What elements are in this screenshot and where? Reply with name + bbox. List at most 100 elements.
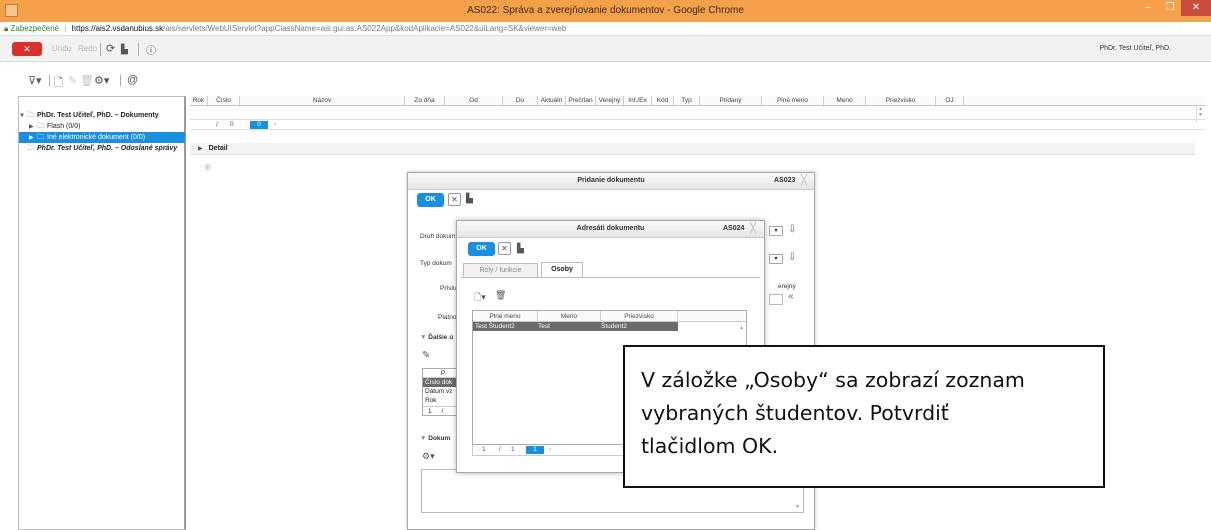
- callout-line: V záložke „Osoby“ sa zobrazí zoznam: [641, 368, 1025, 392]
- tab-roly-funkcie[interactable]: Roly / funkcie: [463, 263, 538, 277]
- download-icon[interactable]: ⇩: [788, 252, 796, 263]
- col-zo-dna[interactable]: Zo dňa: [405, 96, 445, 106]
- minimize-button[interactable]: –: [1137, 0, 1159, 16]
- maximize-button[interactable]: ❐: [1159, 0, 1181, 16]
- cancel-button[interactable]: ✕: [498, 242, 511, 255]
- detail-section-toggle[interactable]: ▶ Detail: [190, 143, 1195, 155]
- cancel-button[interactable]: ✕: [448, 193, 461, 206]
- close-icon[interactable]: ╳: [801, 175, 807, 186]
- cell-first-name: Test: [538, 323, 550, 330]
- url-host: https://ais2.vsdanubius.sk: [71, 24, 164, 33]
- callout-line: tlačidlom OK.: [641, 434, 779, 458]
- col-pridany[interactable]: Pridaný: [700, 96, 762, 106]
- instruction-callout: V záložke „Osoby“ sa zobrazí zoznam vybr…: [623, 345, 1105, 488]
- double-chevron-left-icon[interactable]: «: [788, 291, 794, 302]
- col-aktualny[interactable]: Aktuáln: [538, 96, 566, 106]
- scroll-up-icon[interactable]: ▲: [739, 325, 744, 331]
- dialog-header: Pridanie dokumentu AS023 ╳: [408, 173, 814, 190]
- col-priezvisko[interactable]: Priezvisko: [866, 96, 936, 106]
- pager-prev-icon[interactable]: ‹: [549, 446, 551, 454]
- expand-arrow-icon: ▼: [420, 334, 429, 341]
- pager-current[interactable]: 0: [250, 121, 268, 129]
- dialog-title: Adresáti dokumentu: [576, 225, 645, 232]
- col-do[interactable]: Do: [503, 96, 538, 106]
- tree-node-flash[interactable]: ▶ 🗀︎ Flash (0/0): [19, 121, 185, 132]
- pager-separator: /: [499, 446, 501, 453]
- tab-osoby[interactable]: Osoby: [541, 262, 583, 277]
- address-separator: |: [64, 24, 67, 33]
- email-icon[interactable]: @: [127, 74, 138, 86]
- redo-button[interactable]: Redo: [78, 44, 97, 53]
- window-close-button[interactable]: ✕: [1181, 0, 1211, 16]
- tree-node-odoslane[interactable]: 🗀︎ PhDr. Test Učiteľ, PhD. – Odoslané spr…: [19, 143, 185, 154]
- col-od[interactable]: Od: [445, 96, 503, 106]
- toolbar-divider: [49, 75, 50, 86]
- expand-arrow-icon[interactable]: ▼: [19, 111, 27, 121]
- col-cislo[interactable]: Číslo: [208, 96, 240, 106]
- info-icon[interactable]: ⓘ: [146, 42, 156, 57]
- undo-button[interactable]: Undo: [52, 44, 71, 53]
- pager-current[interactable]: 1: [482, 446, 486, 454]
- address-bar[interactable]: 🔒︎ Zabezpečené | https://ais2.vsdanubius…: [0, 22, 1211, 36]
- col-oj[interactable]: OJ: [936, 96, 964, 106]
- scroll-down-icon[interactable]: ▼: [795, 504, 800, 510]
- col-rok[interactable]: Rok: [190, 96, 208, 106]
- col-kod[interactable]: Kód: [652, 96, 674, 106]
- close-icon[interactable]: ╳: [750, 223, 756, 234]
- delete-icon[interactable]: 🗑︎: [495, 290, 506, 301]
- edit-icon[interactable]: ✎: [68, 74, 77, 87]
- toolbar-divider: [138, 43, 139, 56]
- druh-dropdown[interactable]: ▾: [769, 226, 783, 236]
- col-meno[interactable]: Meno: [824, 96, 866, 106]
- pager-separator: /: [441, 408, 444, 415]
- col-verejny[interactable]: Verejný: [596, 96, 624, 106]
- tree-node-label: PhDr. Test Učiteľ, PhD. – Dokumenty: [37, 112, 159, 119]
- tree-node-dokumenty[interactable]: ▼ 🗀︎ PhDr. Test Učiteľ, PhD. – Dokumenty: [19, 110, 185, 121]
- folder-icon: 🗀︎: [27, 112, 34, 119]
- toolbar-divider: [100, 43, 101, 56]
- col-priezvisko[interactable]: Priezvisko: [601, 311, 678, 322]
- ok-button[interactable]: OK: [468, 242, 495, 256]
- pager-total: 1: [511, 446, 515, 453]
- close-app-button[interactable]: ✕: [12, 42, 42, 56]
- pager-prev-icon[interactable]: ‹: [274, 121, 276, 129]
- pager-current[interactable]: 1: [428, 408, 432, 415]
- filter-icon[interactable]: ⊽▾: [28, 74, 42, 87]
- col-plne-meno[interactable]: Plné meno: [762, 96, 824, 106]
- actions-icon[interactable]: ⚙▾: [94, 74, 109, 87]
- actions-icon[interactable]: ⚙▾: [422, 451, 435, 462]
- dokumenty-section-toggle[interactable]: ▼ Dokum: [420, 435, 450, 442]
- col-int-ex[interactable]: Int./Ex: [624, 96, 652, 106]
- table-row[interactable]: Test Študent2 Test Študent2: [473, 322, 678, 331]
- grid-header: Plné meno Meno Priezvisko: [473, 311, 746, 322]
- new-document-icon[interactable]: 🗋︎▾: [474, 290, 486, 306]
- url-path: /ais/servlets/WebUIServlet?appClassName=…: [163, 24, 567, 33]
- new-document-icon[interactable]: 🗋︎: [54, 74, 63, 93]
- chart-icon[interactable]: ▙: [466, 193, 473, 204]
- ok-button[interactable]: OK: [417, 193, 444, 207]
- druh-label: Druh dokum: [420, 233, 456, 240]
- pencil-icon[interactable]: ✎: [422, 350, 430, 361]
- col-meno[interactable]: Meno: [538, 311, 601, 322]
- pager-page[interactable]: 1: [526, 446, 544, 454]
- download-icon[interactable]: ⇩: [788, 224, 796, 235]
- dalsie-section-toggle[interactable]: ▼ Ďalšie ú: [420, 334, 453, 341]
- collapse-arrow-icon[interactable]: ▶: [29, 122, 37, 132]
- tab-divider: [461, 277, 760, 278]
- refresh-icon[interactable]: ⟳: [106, 42, 115, 55]
- col-typ[interactable]: Typ: [674, 96, 700, 106]
- verejny-field[interactable]: [769, 294, 783, 305]
- col-precitany[interactable]: Prečítan: [566, 96, 596, 106]
- collapse-arrow-icon[interactable]: ▶: [29, 133, 37, 143]
- document-tree: ▼ 🗀︎ PhDr. Test Učiteľ, PhD. – Dokumenty ▶…: [18, 96, 186, 530]
- chart-icon[interactable]: ▙: [121, 44, 128, 55]
- chart-icon[interactable]: ▙: [517, 243, 524, 254]
- expand-arrow-icon: ▼: [420, 435, 429, 442]
- col-nazov[interactable]: Názov: [240, 96, 405, 106]
- tree-node-ine-elektronicke[interactable]: ▶ 🗀︎ Iné elektronické dokument (0/0): [19, 132, 185, 143]
- dialog-code: AS024: [723, 225, 745, 232]
- zoom-icon[interactable]: ⊕: [204, 162, 212, 173]
- delete-icon[interactable]: 🗑︎: [80, 74, 94, 87]
- col-plne-meno[interactable]: Plné meno: [473, 311, 538, 322]
- typ-dropdown[interactable]: ▾: [769, 254, 783, 264]
